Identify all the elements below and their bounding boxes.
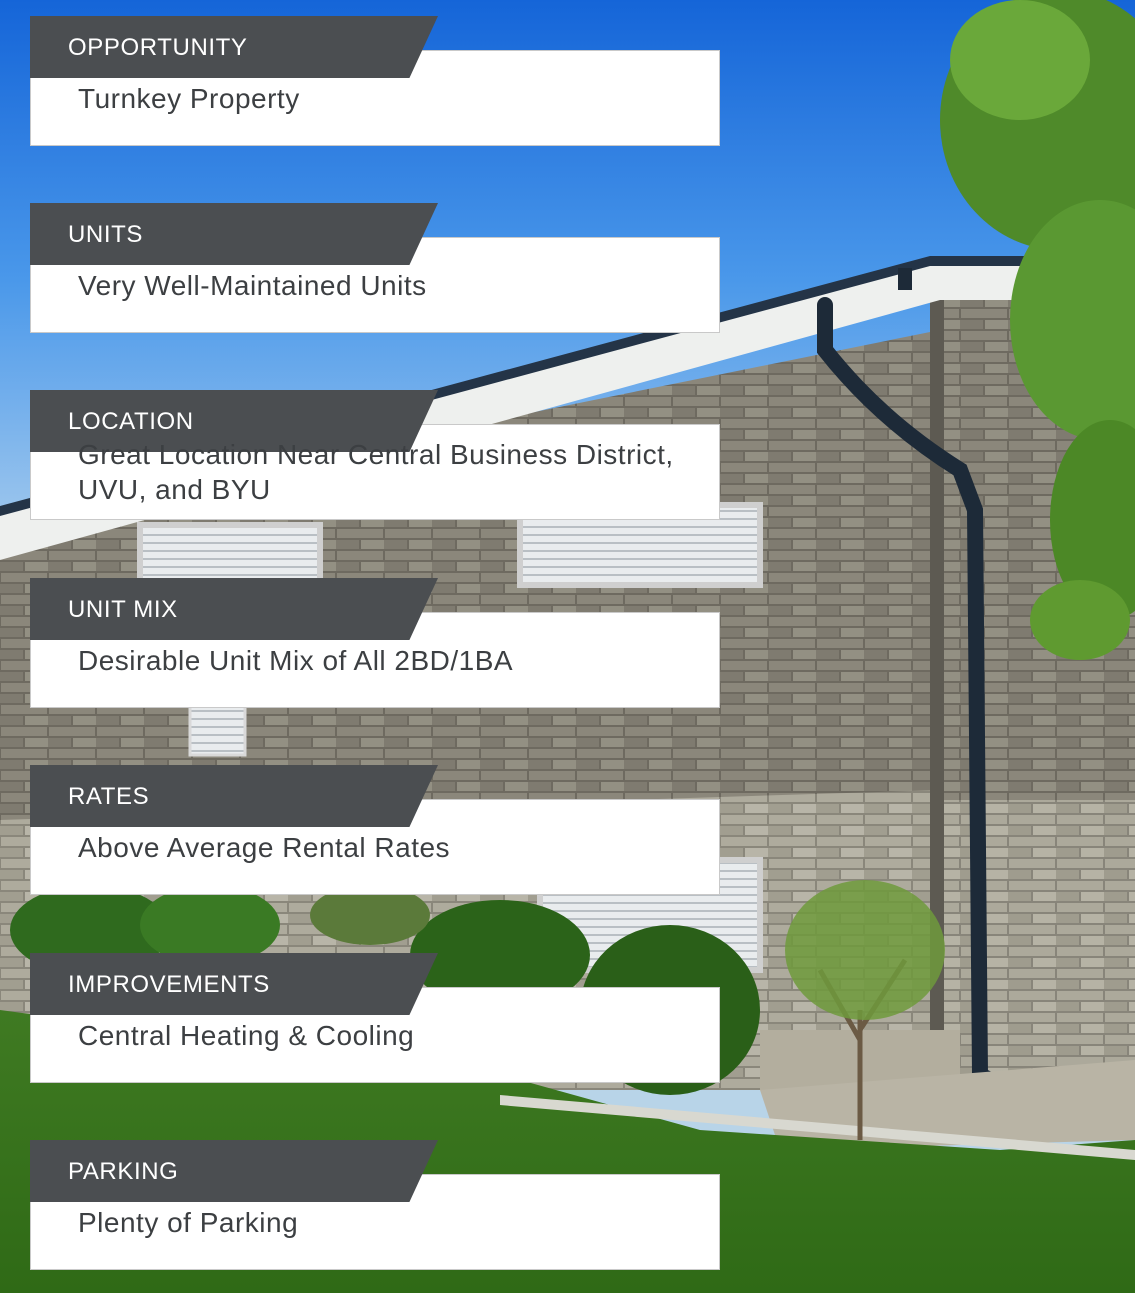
feature-location: LOCATION Great Location Near Central Bus…: [30, 390, 722, 522]
feature-list: OPPORTUNITY Turnkey Property UNITS Very …: [0, 0, 1135, 1293]
feature-value: Very Well-Maintained Units: [78, 269, 427, 301]
feature-value: Above Average Rental Rates: [78, 831, 451, 863]
feature-opportunity: OPPORTUNITY Turnkey Property: [30, 16, 722, 148]
feature-units: UNITS Very Well-Maintained Units: [30, 203, 722, 335]
feature-unit-mix: UNIT MIX Desirable Unit Mix of All 2BD/1…: [30, 578, 722, 710]
property-highlights-page: OPPORTUNITY Turnkey Property UNITS Very …: [0, 0, 1135, 1293]
feature-improvements: IMPROVEMENTS Central Heating & Cooling: [30, 953, 722, 1085]
feature-value: Great Location Near Central Business Dis…: [78, 439, 674, 505]
feature-value: Central Heating & Cooling: [78, 1019, 415, 1051]
feature-value: Turnkey Property: [78, 82, 300, 114]
feature-rates: RATES Above Average Rental Rates: [30, 765, 722, 897]
feature-value: Plenty of Parking: [78, 1206, 299, 1238]
feature-value: Desirable Unit Mix of All 2BD/1BA: [78, 644, 514, 676]
feature-parking: PARKING Plenty of Parking: [30, 1140, 722, 1272]
